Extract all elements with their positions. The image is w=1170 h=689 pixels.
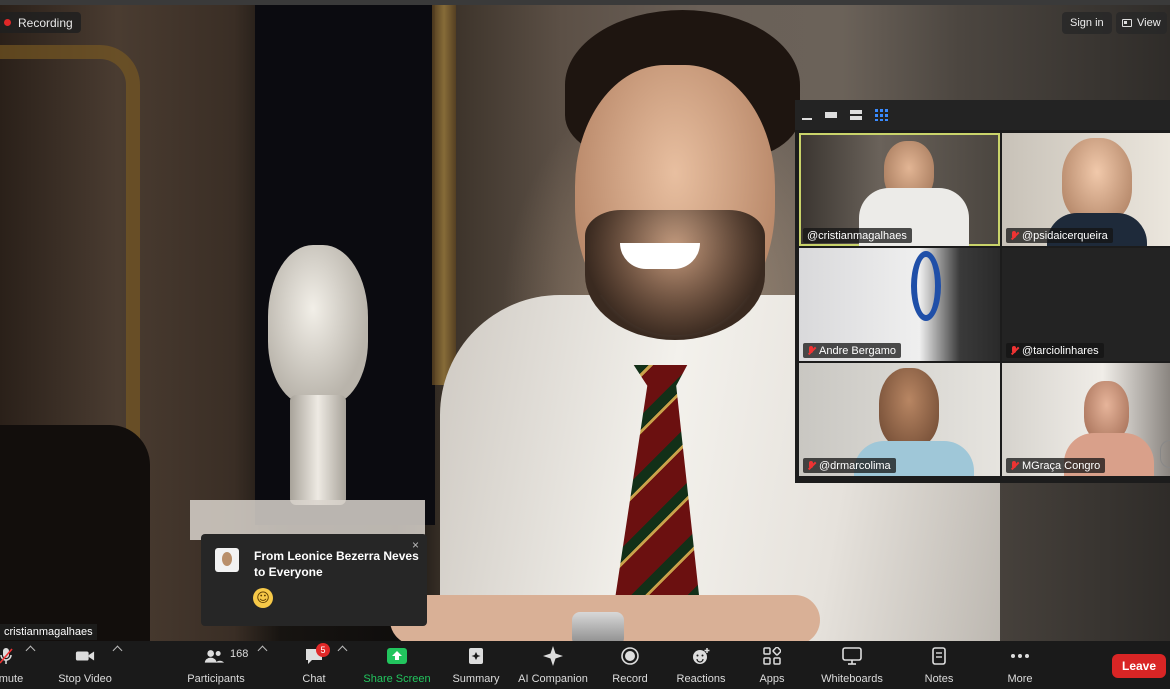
participant-video [1062,138,1132,223]
recording-indicator[interactable]: Recording [0,12,81,33]
participant-tile[interactable]: @psidaicerqueira [1002,133,1170,246]
participant-name-tag: Andre Bergamo [803,343,902,358]
participant-name: @cristianmagalhaes [807,229,907,242]
participant-name-tag: @drmarcolima [803,458,896,473]
speaker-strip-icon[interactable] [825,109,838,121]
summary-document-icon [466,647,486,665]
more-label: More [1007,673,1033,685]
gallery-grid-icon[interactable] [875,109,888,121]
grinning-emoji-icon: ☺ [253,588,273,608]
record-label: Record [612,673,648,685]
view-label: View [1137,17,1161,29]
gallery-scroll-handle[interactable] [1160,440,1170,468]
mic-muted-icon [807,345,815,356]
participant-name-tag: @psidaicerqueira [1006,228,1113,243]
stop-video-button[interactable]: Stop Video [54,645,116,685]
participant-name: @drmarcolima [819,459,891,472]
wall-decoration [911,251,941,321]
more-dots-icon [1010,647,1030,665]
recording-dot-icon [4,19,11,26]
chat-unread-badge: 5 [316,643,330,657]
more-button[interactable]: More [1000,645,1040,685]
mic-muted-icon [807,460,815,471]
participant-name-tag: @tarciolinhares [1006,343,1104,358]
participant-tile[interactable]: @cristianmagalhaes [799,133,1000,246]
participant-name: @psidaicerqueira [1022,229,1108,242]
participant-name-tag: MGraça Congro [1006,458,1106,473]
sparkle-icon [543,646,563,666]
participant-video [1084,381,1129,441]
chat-label: Chat [302,673,326,685]
mute-button[interactable]: mute [0,645,24,685]
mic-muted-icon [1010,230,1018,241]
participants-icon [204,647,224,665]
minimize-icon[interactable] [801,109,814,121]
painting-frame-edge [432,5,456,385]
gallery-panel: @cristianmagalhaes @psidaicerqueira Andr… [795,100,1170,483]
participant-tile[interactable]: @drmarcolima [799,363,1000,476]
participants-label: Participants [187,673,245,685]
stop-video-label: Stop Video [58,673,112,685]
audio-options-chevron-icon[interactable] [25,645,36,656]
statue-bust-head [268,245,368,405]
summary-button[interactable]: Summary [452,645,500,685]
gallery-toolbar [795,100,1170,130]
record-button[interactable]: Record [610,645,650,685]
speaker-name-label: cristianmagalhaes [0,624,97,640]
reactions-button[interactable]: Reactions [676,645,726,685]
mic-muted-icon [1010,460,1018,471]
chat-notification[interactable]: From Leonice Bezerra Neves to Everyone ×… [201,534,427,626]
statue-bust-neck [290,395,346,505]
participant-name: Andre Bergamo [819,344,897,357]
share-screen-icon [387,647,407,665]
mute-label: mute [0,673,24,685]
sign-in-label: Sign in [1070,17,1104,29]
chat-options-chevron-icon[interactable] [337,645,348,656]
apps-grid-icon [762,647,782,665]
participant-name: MGraça Congro [1022,459,1101,472]
microphone-icon [0,647,16,665]
participant-name: @tarciolinhares [1022,344,1099,357]
leave-button[interactable]: Leave [1112,654,1166,678]
participant-tile[interactable]: Andre Bergamo [799,248,1000,361]
speaker-beard [585,210,765,340]
notes-label: Notes [924,673,954,685]
apps-button[interactable]: Apps [754,645,790,685]
whiteboard-icon [842,647,862,665]
emoji-reaction-icon [691,647,711,665]
sign-in-button[interactable]: Sign in [1062,12,1112,34]
participants-options-chevron-icon[interactable] [257,645,268,656]
whiteboards-button[interactable]: Whiteboards [820,645,884,685]
ai-companion-button[interactable]: AI Companion [518,645,588,685]
record-icon [620,647,640,665]
summary-label: Summary [452,673,500,685]
window-top-strip [0,0,1170,5]
mic-muted-icon [1010,345,1018,356]
chair-silhouette [0,425,150,641]
participant-video [879,368,939,448]
side-by-side-icon[interactable] [850,109,863,121]
video-camera-icon [75,647,95,665]
speaker-watch [572,612,624,641]
recording-label: Recording [18,15,73,30]
apps-label: Apps [759,673,785,685]
view-layout-icon [1122,19,1132,27]
whiteboards-label: Whiteboards [821,673,883,685]
notes-icon [929,647,949,665]
share-screen-button[interactable]: Share Screen [363,645,431,685]
meeting-toolbar: mute Stop Video Participants 168 Chat 5 … [0,641,1170,689]
participant-tile[interactable]: @tarciolinhares [1002,248,1170,361]
ai-companion-label: AI Companion [518,673,588,685]
close-icon[interactable]: × [412,538,419,552]
participants-count: 168 [230,648,249,660]
reactions-label: Reactions [676,673,726,685]
share-screen-label: Share Screen [363,673,431,685]
participant-tile[interactable]: MGraça Congro [1002,363,1170,476]
view-button[interactable]: View [1116,12,1167,34]
sender-avatar [215,548,239,572]
chat-notification-title: From Leonice Bezerra Neves to Everyone [254,549,419,579]
notes-button[interactable]: Notes [920,645,958,685]
participant-name-tag: @cristianmagalhaes [803,228,912,243]
